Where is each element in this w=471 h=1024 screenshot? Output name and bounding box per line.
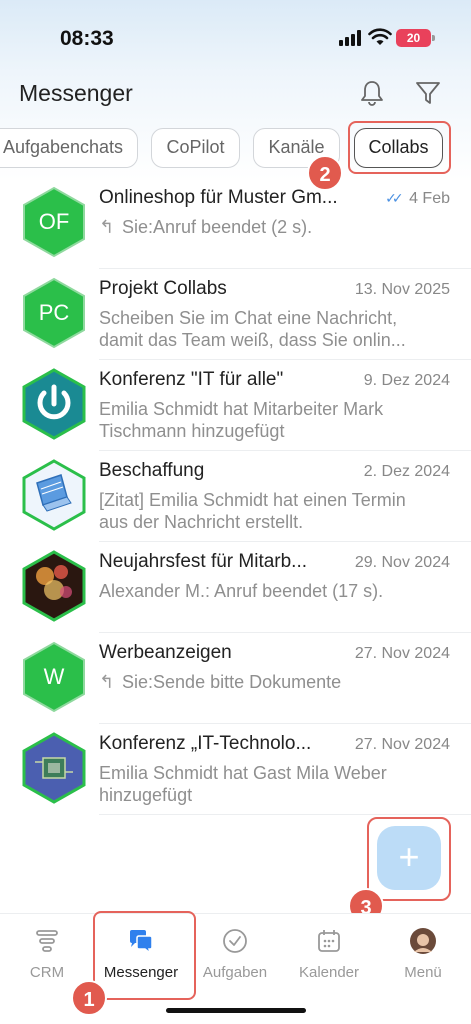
avatar-initials: OF <box>38 209 70 234</box>
nav-label: Menü <box>404 964 442 981</box>
messenger-nav-highlight <box>93 911 196 1000</box>
chat-date-text: 4 Feb <box>409 190 450 207</box>
chat-date: 27. Nov 2024 <box>354 736 450 753</box>
chat-item-projekt-collabs[interactable]: PC Projekt Collabs 13. Nov 2025 Scheiben… <box>0 269 471 360</box>
nav-item-menue[interactable]: Menü <box>376 914 470 994</box>
reply-icon: ↰ <box>99 217 115 237</box>
battery-icon: 20 <box>396 29 435 47</box>
nav-label: Aufgaben <box>202 964 268 981</box>
signal-icon <box>339 30 363 46</box>
wifi-icon <box>368 28 392 45</box>
chat-avatar <box>21 732 87 804</box>
chat-item-onlineshop[interactable]: OF Onlineshop für Muster Gm... ✓✓ 4 Feb … <box>0 178 471 269</box>
tab-aufgabenchats[interactable]: Aufgabenchats <box>0 128 138 168</box>
nav-item-kalender[interactable]: Kalender <box>282 914 376 994</box>
page-title: Messenger <box>19 80 133 106</box>
new-chat-button[interactable]: + <box>377 826 441 890</box>
chat-title: Projekt Collabs <box>99 278 227 299</box>
chat-item-werbeanzeigen[interactable]: W Werbeanzeigen 27. Nov 2024 ↰ Sie:Sende… <box>0 633 471 724</box>
power-icon <box>22 368 86 440</box>
chat-preview: ↰ Sie:Sende bitte Dokumente <box>99 671 439 693</box>
chat-preview: Alexander M.: Anruf beendet (17 s). <box>99 581 384 601</box>
chat-avatar <box>21 368 87 440</box>
battery-level: 20 <box>406 31 421 45</box>
home-indicator <box>166 1008 306 1013</box>
chat-avatar <box>21 459 87 531</box>
divider <box>99 814 471 815</box>
chat-preview: [Zitat] Emilia Schmidt hat einen Termin … <box>99 490 406 532</box>
chat-date: 13. Nov 2025 <box>354 281 450 298</box>
chat-preview-text: Sie:Sende bitte Dokumente <box>122 672 342 692</box>
computer-illustration-icon <box>22 459 86 531</box>
tasks-icon <box>223 929 247 953</box>
read-checkmarks-icon: ✓✓ <box>385 190 404 206</box>
chat-title: Onlineshop für Muster Gm... <box>99 187 338 208</box>
chat-title: Konferenz „IT-Technolo... <box>99 733 312 754</box>
crm-icon <box>36 930 58 952</box>
chat-preview: Scheiben Sie im Chat eine Nachricht, dam… <box>99 308 406 350</box>
chat-title: Neujahrsfest für Mitarb... <box>99 551 308 572</box>
avatar-initials: PC <box>38 300 70 325</box>
chat-preview: Emilia Schmidt hat Gast Mila Weber hinzu… <box>99 763 387 805</box>
chat-date: 29. Nov 2024 <box>354 554 450 571</box>
chat-date: 9. Dez 2024 <box>363 372 450 389</box>
fireworks-image-icon <box>22 550 86 622</box>
chat-item-beschaffung[interactable]: Beschaffung 2. Dez 2024 [Zitat] Emilia S… <box>0 451 471 542</box>
chat-avatar <box>21 550 87 622</box>
chat-avatar: OF <box>21 186 87 258</box>
bell-icon[interactable] <box>357 78 387 108</box>
chat-item-konferenz-it-technologien[interactable]: Konferenz „IT-Technolo... 27. Nov 2024 E… <box>0 724 471 815</box>
filter-icon[interactable] <box>413 78 443 108</box>
nav-label: CRM <box>29 964 65 981</box>
avatar-initials: W <box>43 664 65 689</box>
circuit-board-icon <box>22 732 86 804</box>
nav-item-aufgaben[interactable]: Aufgaben <box>188 914 282 994</box>
chat-preview: Emilia Schmidt hat Mitarbeiter Mark Tisc… <box>99 399 384 441</box>
profile-avatar <box>410 928 436 954</box>
chat-avatar: W <box>21 641 87 713</box>
chat-item-konferenz-it-fuer-alle[interactable]: Konferenz "IT für alle" 9. Dez 2024 Emil… <box>0 360 471 451</box>
chat-date: 2. Dez 2024 <box>363 463 450 480</box>
chat-avatar: PC <box>21 277 87 349</box>
tab-copilot[interactable]: CoPilot <box>151 128 240 168</box>
calendar-icon <box>318 930 340 952</box>
chat-date: 27. Nov 2024 <box>354 645 450 662</box>
chat-title: Werbeanzeigen <box>99 642 232 663</box>
chat-preview-text: Sie:Anruf beendet (2 s). <box>122 217 313 237</box>
chat-preview: ↰ Sie:Anruf beendet (2 s). <box>99 216 439 238</box>
reply-icon: ↰ <box>99 672 115 692</box>
chat-item-neujahrsfest[interactable]: Neujahrsfest für Mitarb... 29. Nov 2024 … <box>0 542 471 633</box>
chat-title: Beschaffung <box>99 460 205 481</box>
status-time: 08:33 <box>60 27 114 50</box>
status-bar: 08:33 20 <box>0 0 471 80</box>
collabs-tab-highlight <box>348 121 451 174</box>
nav-label: Kalender <box>298 964 360 981</box>
callout-badge-1: 1 <box>71 980 107 1016</box>
chat-date: ✓✓ 4 Feb <box>385 190 450 208</box>
chat-title: Konferenz "IT für alle" <box>99 369 284 390</box>
